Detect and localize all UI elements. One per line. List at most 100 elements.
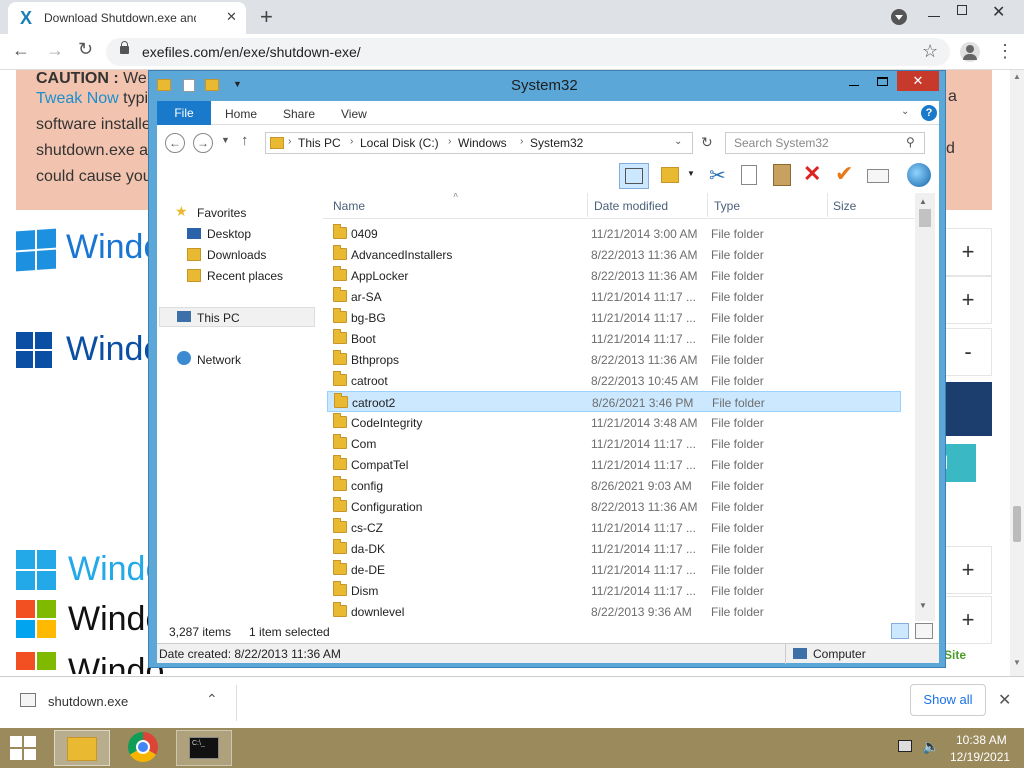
large-icons-view-icon[interactable] (915, 623, 933, 639)
file-row[interactable]: Configuration 8/22/2013 11:36 AM File fold… (327, 496, 901, 517)
show-all-button[interactable]: Show all (910, 684, 986, 716)
column-header-size[interactable]: Size (833, 199, 856, 213)
file-row[interactable]: de-DE 11/21/2014 11:17 ... File folder (327, 559, 901, 580)
nav-this-pc[interactable]: This PC (197, 311, 240, 325)
rename-icon[interactable] (867, 169, 889, 183)
new-tab-button[interactable]: + (260, 4, 273, 30)
file-explorer-taskbar-button[interactable] (54, 730, 110, 766)
nav-recent-places[interactable]: Recent places (207, 269, 283, 283)
address-dropdown-icon[interactable]: ⌄ (674, 136, 682, 147)
file-row[interactable]: config 8/26/2021 9:03 AM File folder (327, 475, 901, 496)
explorer-titlebar[interactable]: ▼ System32 ✕ (149, 71, 945, 101)
ribbon-tab-home[interactable]: Home (225, 107, 257, 121)
ribbon-expand-icon[interactable]: ⌄ (901, 106, 909, 117)
address-bar[interactable]: exefiles.com/en/exe/shutdown-exe/ ☆ (106, 38, 950, 66)
file-row[interactable]: AppLocker 8/22/2013 11:36 AM File folder (327, 265, 901, 286)
tab-search-icon[interactable] (891, 9, 907, 25)
scroll-up-icon[interactable]: ▲ (1013, 72, 1021, 81)
download-options-icon[interactable]: ⌃ (206, 691, 218, 708)
file-row[interactable]: AdvancedInstallers 8/22/2013 11:36 AM File… (327, 244, 901, 265)
forward-arrow-icon[interactable]: → (46, 40, 64, 61)
minimize-icon[interactable] (849, 85, 859, 86)
file-list-scrollbar[interactable]: ▲ ▼ (915, 193, 935, 621)
column-header-date[interactable]: Date modified (594, 199, 668, 213)
back-icon[interactable]: ← (165, 133, 185, 153)
scroll-down-icon[interactable]: ▼ (1013, 658, 1021, 667)
collapse-button[interactable]: - (944, 328, 992, 376)
volume-muted-icon[interactable]: 🔈 (922, 738, 939, 755)
checkmark-icon[interactable]: ✔ (835, 161, 853, 187)
search-input[interactable]: Search System32 ⚲ (725, 132, 925, 154)
browser-tab[interactable]: X Download Shutdown.exe and Tro ✕ (8, 2, 246, 34)
folder-options-icon[interactable] (661, 167, 679, 183)
ribbon-tab-view[interactable]: View (341, 107, 367, 121)
file-row[interactable]: cs-CZ 11/21/2014 11:17 ... File folder (327, 517, 901, 538)
nav-favorites[interactable]: Favorites (197, 206, 246, 220)
expand-button[interactable]: + (944, 546, 992, 594)
download-filename[interactable]: shutdown.exe (48, 694, 128, 709)
browser-menu-icon[interactable]: ⋮ (996, 41, 1014, 62)
up-icon[interactable]: ↑ (241, 132, 249, 149)
close-window-icon[interactable]: ✕ (992, 2, 1005, 22)
new-folder-icon[interactable] (205, 79, 219, 91)
cut-icon[interactable]: ✂ (709, 163, 726, 188)
command-prompt-taskbar-button[interactable]: C:\_ (176, 730, 232, 766)
scroll-down-icon[interactable]: ▼ (919, 601, 927, 610)
address-breadcrumb[interactable]: › This PC › Local Disk (C:) › Windows › … (265, 132, 693, 154)
breadcrumb-this-pc[interactable]: This PC (298, 136, 341, 150)
close-download-bar-icon[interactable]: ✕ (998, 690, 1011, 710)
restore-window-icon[interactable] (957, 5, 967, 15)
globe-icon[interactable] (907, 163, 931, 187)
scroll-up-icon[interactable]: ▲ (919, 197, 927, 206)
reload-icon[interactable]: ↻ (78, 39, 93, 60)
close-tab-icon[interactable]: ✕ (226, 9, 237, 25)
recent-locations-icon[interactable]: ▼ (221, 135, 230, 145)
file-row-selected[interactable]: catroot2 8/26/2021 3:46 PM File folder (327, 391, 901, 412)
nav-downloads[interactable]: Downloads (207, 248, 266, 262)
file-row[interactable]: da-DK 11/21/2014 11:17 ... File folder (327, 538, 901, 559)
page-scrollbar-thumb[interactable] (1013, 506, 1021, 542)
breadcrumb-system32[interactable]: System32 (530, 136, 583, 150)
details-view-icon[interactable] (891, 623, 909, 639)
tweak-now-link[interactable]: Tweak Now (36, 90, 119, 107)
help-icon[interactable]: ? (921, 105, 937, 121)
preview-pane-icon[interactable] (619, 163, 649, 189)
back-arrow-icon[interactable]: ← (12, 40, 30, 61)
bookmark-star-icon[interactable]: ☆ (922, 41, 938, 62)
file-row[interactable]: catroot 8/22/2013 10:45 AM File folder (327, 370, 901, 391)
file-list-scrollbar-thumb[interactable] (919, 209, 931, 227)
column-header-name[interactable]: Name (333, 199, 365, 213)
file-row[interactable]: 0409 11/21/2014 3:00 AM File folder (327, 223, 901, 244)
file-row[interactable]: Boot 11/21/2014 11:17 ... File folder (327, 328, 901, 349)
ribbon-tab-file[interactable]: File (157, 101, 211, 125)
clock-date[interactable]: 12/19/2021 (950, 750, 1010, 764)
copy-icon[interactable] (741, 165, 757, 185)
forward-icon[interactable]: → (193, 133, 213, 153)
chrome-icon[interactable] (128, 732, 158, 762)
file-row[interactable]: Com 11/21/2014 11:17 ... File folder (327, 433, 901, 454)
expand-button[interactable]: + (944, 596, 992, 644)
minimize-window-icon[interactable] (928, 16, 940, 17)
file-row[interactable]: CompatTel 11/21/2014 11:17 ... File folder (327, 454, 901, 475)
page-scrollbar[interactable]: ▲ ▼ (1010, 70, 1024, 676)
file-row[interactable]: Bthprops 8/22/2013 11:36 AM File folder (327, 349, 901, 370)
properties-icon[interactable] (183, 79, 195, 92)
file-row[interactable]: ar-SA 11/21/2014 11:17 ... File folder (327, 286, 901, 307)
nav-network[interactable]: Network (197, 353, 241, 367)
paste-icon[interactable] (773, 164, 791, 186)
file-row[interactable]: Dism 11/21/2014 11:17 ... File folder (327, 580, 901, 601)
expand-button[interactable]: + (944, 228, 992, 276)
delete-icon[interactable]: ✕ (803, 161, 821, 187)
close-explorer-button[interactable]: ✕ (897, 71, 939, 91)
ribbon-tab-share[interactable]: Share (283, 107, 315, 121)
column-header-type[interactable]: Type (714, 199, 740, 213)
file-row[interactable]: CodeIntegrity 11/21/2014 3:48 AM File fold… (327, 412, 901, 433)
network-tray-icon[interactable] (898, 740, 912, 752)
clock-time[interactable]: 10:38 AM (956, 733, 1007, 747)
maximize-icon[interactable] (877, 77, 888, 86)
breadcrumb-windows[interactable]: Windows (458, 136, 507, 150)
expand-button[interactable]: + (944, 276, 992, 324)
start-windows-icon[interactable] (10, 736, 38, 760)
profile-avatar-icon[interactable] (960, 42, 980, 62)
quick-access-dropdown-icon[interactable]: ▼ (233, 79, 242, 89)
